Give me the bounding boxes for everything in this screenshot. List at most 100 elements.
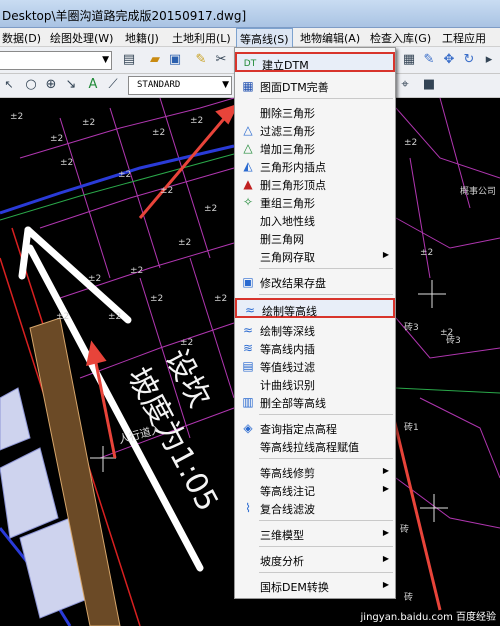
window-title: Desktop\羊圈沟道路完成版20150917.dwg]	[2, 9, 247, 23]
menu-feature-edit[interactable]: 地物编辑(A)	[298, 30, 362, 46]
menu-item-contour-interp[interactable]: ≋ 等高线内插	[235, 338, 395, 358]
menu-item-polyline-filter[interactable]: ⌇ 复合线滤波	[235, 498, 395, 518]
cad-label: 概事公司	[460, 187, 497, 197]
save-result-icon: ▣	[242, 275, 254, 289]
list-icon[interactable]: ▤	[120, 51, 138, 69]
menu-land-use[interactable]: 土地利用(L)	[170, 30, 233, 46]
menu-item-delete-vertex[interactable]: ▲ 删三角形顶点	[235, 174, 395, 194]
menu-separator	[259, 546, 393, 547]
cad-label: ±2	[152, 128, 166, 138]
target-icon[interactable]: ⊕	[42, 76, 60, 94]
cad-label: ±2	[190, 116, 204, 126]
menu-item-add-triangle[interactable]: △ 增加三角形	[235, 138, 395, 158]
cut-icon[interactable]: ✂	[212, 51, 230, 69]
menu-separator	[259, 520, 393, 521]
menu-item-3d-model[interactable]: 三维模型 ▶	[235, 524, 395, 544]
text-style-combo[interactable]: STANDARD ▼	[128, 76, 232, 95]
more-icon[interactable]: ▸	[480, 51, 498, 69]
delete-contours-icon: ▥	[242, 395, 254, 409]
cad-label: ±2	[118, 170, 132, 180]
menu-item-tin-storage[interactable]: 三角网存取 ▶	[235, 246, 395, 266]
pencil-icon[interactable]: ✎	[192, 51, 210, 69]
submenu-arrow-icon: ▶	[382, 554, 389, 563]
chevron-down-icon: ▼	[222, 80, 229, 90]
layer-combo[interactable]: ▼	[0, 51, 112, 70]
draw-contour-icon: ≈	[244, 303, 256, 317]
cad-label: ±2	[88, 274, 102, 284]
cad-label: ±2	[50, 134, 64, 144]
dtm-icon: DT	[243, 59, 257, 69]
menu-separator	[259, 572, 393, 573]
circle-icon[interactable]: ○	[22, 76, 40, 94]
delete-vertex-icon: ▲	[243, 177, 253, 191]
menu-item-slope-analysis[interactable]: 坡度分析 ▶	[235, 550, 395, 570]
menu-draw-process[interactable]: 绘图处理(W)	[48, 30, 115, 46]
line-icon[interactable]: ⟋	[104, 76, 122, 94]
menu-item-interpolate-point[interactable]: ◭ 三角形内插点	[235, 156, 395, 176]
cad-label: ±2	[204, 204, 218, 214]
menu-item-delete-contours[interactable]: ▥ 删全部等高线	[235, 392, 395, 412]
submenu-arrow-icon: ▶	[382, 466, 389, 475]
cad-label: 砖1	[404, 423, 419, 433]
query-elevation-icon: ◈	[243, 421, 253, 435]
cad-label: ±2	[420, 248, 434, 258]
menu-separator	[259, 414, 393, 415]
cad-label: ±2	[178, 238, 192, 248]
menu-item-dem-convert[interactable]: 国标DEM转换 ▶	[235, 576, 395, 596]
cad-label: ±2	[108, 312, 122, 322]
menu-item-index-contour[interactable]: 计曲线识别	[235, 374, 395, 394]
reorganize-icon: ✧	[242, 195, 254, 209]
cad-label: ±2	[82, 118, 96, 128]
cad-label: ±2	[404, 138, 418, 148]
menu-check-storage[interactable]: 检查入库(G)	[368, 30, 433, 46]
contour-interp-icon: ≋	[242, 341, 254, 355]
save-icon[interactable]: ▣	[166, 51, 184, 69]
move-icon[interactable]: ✥	[440, 51, 458, 69]
grid-icon[interactable]: ▦	[400, 51, 418, 69]
menu-item-reorganize-triangle[interactable]: ✧ 重组三角形	[235, 192, 395, 212]
menu-item-delete-triangle[interactable]: 删除三角形	[235, 102, 395, 122]
interpolate-icon: ◭	[243, 159, 253, 173]
menu-item-contour-trim[interactable]: 等高线修剪 ▶	[235, 462, 395, 482]
menu-separator	[259, 458, 393, 459]
pointer-icon[interactable]: ↖	[0, 76, 18, 94]
menu-item-draw-isobath[interactable]: ≈ 绘制等深线	[235, 320, 395, 340]
submenu-arrow-icon: ▶	[382, 484, 389, 493]
menu-item-draw-contour[interactable]: ≈ 绘制等高线	[235, 298, 395, 318]
edit-icon[interactable]: ✎	[420, 51, 438, 69]
menu-item-dtm-refine[interactable]: ▦ 图面DTM完善	[235, 76, 395, 96]
menu-item-contour-filter[interactable]: ▤ 等值线过滤	[235, 356, 395, 376]
cad-label: ±2	[150, 294, 164, 304]
menu-bar: 数据(D) 绘图处理(W) 地籍(J) 土地利用(L) 等高线(S) 地物编辑(…	[0, 28, 500, 50]
arrow-icon[interactable]: ↘	[62, 76, 80, 94]
menu-cadastre[interactable]: 地籍(J)	[123, 30, 161, 46]
menu-item-filter-triangle[interactable]: △ 过滤三角形	[235, 120, 395, 140]
color-icon[interactable]: ■	[420, 76, 438, 94]
cad-label: ±2	[56, 312, 70, 322]
contour-dropdown-menu: DT 建立DTM ▦ 图面DTM完善 删除三角形 △ 过滤三角形 △ 增加三角形…	[234, 47, 396, 599]
menu-item-query-elevation[interactable]: ◈ 查询指定点高程	[235, 418, 395, 438]
menu-item-contour-annotation[interactable]: 等高线注记 ▶	[235, 480, 395, 500]
cad-label: ±2	[10, 112, 24, 122]
menu-item-delete-tin[interactable]: 删三角网	[235, 228, 395, 248]
text-icon[interactable]: A	[84, 76, 102, 94]
draw-isobath-icon: ≈	[242, 323, 254, 337]
menu-engineering[interactable]: 工程应用	[440, 30, 488, 46]
submenu-arrow-icon: ▶	[382, 528, 389, 537]
menu-item-add-feature-line[interactable]: 加入地性线	[235, 210, 395, 230]
menu-data[interactable]: 数据(D)	[0, 30, 43, 46]
submenu-arrow-icon: ▶	[382, 580, 389, 589]
folder-icon[interactable]: ▰	[146, 51, 164, 69]
dim-icon[interactable]: ⌖	[396, 76, 414, 94]
rotate-icon[interactable]: ↻	[460, 51, 478, 69]
dtm-refine-icon: ▦	[242, 79, 254, 93]
cad-label: 砖	[404, 593, 414, 603]
menu-item-elevation-assign[interactable]: 等高线拉线高程赋值	[235, 436, 395, 456]
menu-item-build-dtm[interactable]: DT 建立DTM	[235, 52, 395, 72]
cad-label: ±2	[160, 186, 174, 196]
cad-label: ±2	[130, 266, 144, 276]
cad-label: 砖3	[404, 323, 419, 333]
cad-label: 砖3	[446, 336, 461, 346]
menu-separator	[259, 294, 393, 295]
menu-item-save-result[interactable]: ▣ 修改结果存盘	[235, 272, 395, 292]
